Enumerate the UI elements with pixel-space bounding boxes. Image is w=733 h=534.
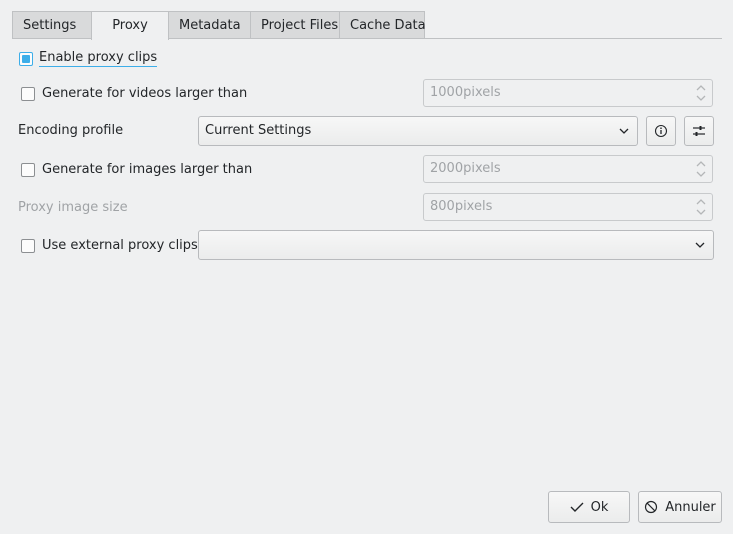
sliders-icon bbox=[693, 126, 705, 136]
tab-project-files[interactable]: Project Files bbox=[250, 11, 340, 38]
external-proxy-checkbox-box[interactable] bbox=[21, 238, 35, 253]
encoding-profile-combo[interactable]: Current Settings bbox=[198, 116, 638, 146]
tab-cache-data[interactable]: Cache Data bbox=[339, 11, 426, 38]
enable-proxy-checkbox-box[interactable] bbox=[19, 51, 33, 66]
profile-info-button[interactable] bbox=[646, 116, 676, 146]
profile-configure-button[interactable] bbox=[684, 116, 714, 146]
generate-images-label: Generate for images larger than bbox=[42, 162, 253, 177]
cancel-label: Annuler bbox=[665, 499, 716, 515]
proxy-image-size-spinbox[interactable]: 800pixels bbox=[423, 193, 713, 221]
spin-arrows-icon[interactable] bbox=[696, 198, 706, 216]
checkmark-icon bbox=[570, 502, 584, 512]
encoding-profile-label: Encoding profile bbox=[18, 123, 124, 138]
spin-arrows-icon[interactable] bbox=[696, 160, 706, 178]
generate-images-checkbox[interactable]: Generate for images larger than bbox=[21, 162, 252, 177]
generate-videos-checkbox[interactable]: Generate for videos larger than bbox=[21, 86, 247, 101]
external-proxy-checkbox[interactable]: Use external proxy clips bbox=[21, 238, 198, 253]
generate-images-checkbox-box[interactable] bbox=[21, 162, 35, 177]
spin-arrows-icon[interactable] bbox=[696, 84, 706, 102]
tab-settings[interactable]: Settings bbox=[12, 11, 92, 38]
chevron-down-icon bbox=[695, 242, 705, 248]
ok-label: Ok bbox=[590, 499, 609, 515]
info-icon bbox=[654, 124, 668, 138]
external-proxy-combo[interactable] bbox=[198, 230, 714, 260]
tab-metadata[interactable]: Metadata bbox=[168, 11, 251, 38]
enable-proxy-label: Enable proxy clips bbox=[39, 50, 158, 67]
generate-videos-checkbox-box[interactable] bbox=[21, 86, 35, 101]
cancel-button[interactable]: Annuler bbox=[638, 491, 722, 523]
image-size-threshold-value: 2000pixels bbox=[430, 161, 501, 176]
image-size-threshold-spinbox[interactable]: 2000pixels bbox=[423, 155, 713, 183]
generate-videos-label: Generate for videos larger than bbox=[42, 86, 248, 101]
encoding-profile-value: Current Settings bbox=[205, 123, 312, 138]
video-size-value: 1000pixels bbox=[430, 85, 501, 100]
ok-button[interactable]: Ok bbox=[548, 491, 630, 523]
enable-proxy-checkbox[interactable]: Enable proxy clips bbox=[19, 50, 158, 67]
video-size-spinbox[interactable]: 1000pixels bbox=[423, 79, 713, 107]
tab-bar: Settings Proxy Metadata Project Files Ca… bbox=[12, 11, 426, 40]
tab-proxy[interactable]: Proxy bbox=[91, 11, 169, 40]
cancel-icon bbox=[645, 500, 658, 514]
proxy-image-size-label: Proxy image size bbox=[18, 200, 128, 215]
proxy-image-size-value: 800pixels bbox=[430, 199, 493, 214]
chevron-down-icon bbox=[619, 128, 629, 134]
external-proxy-label: Use external proxy clips bbox=[42, 238, 198, 253]
